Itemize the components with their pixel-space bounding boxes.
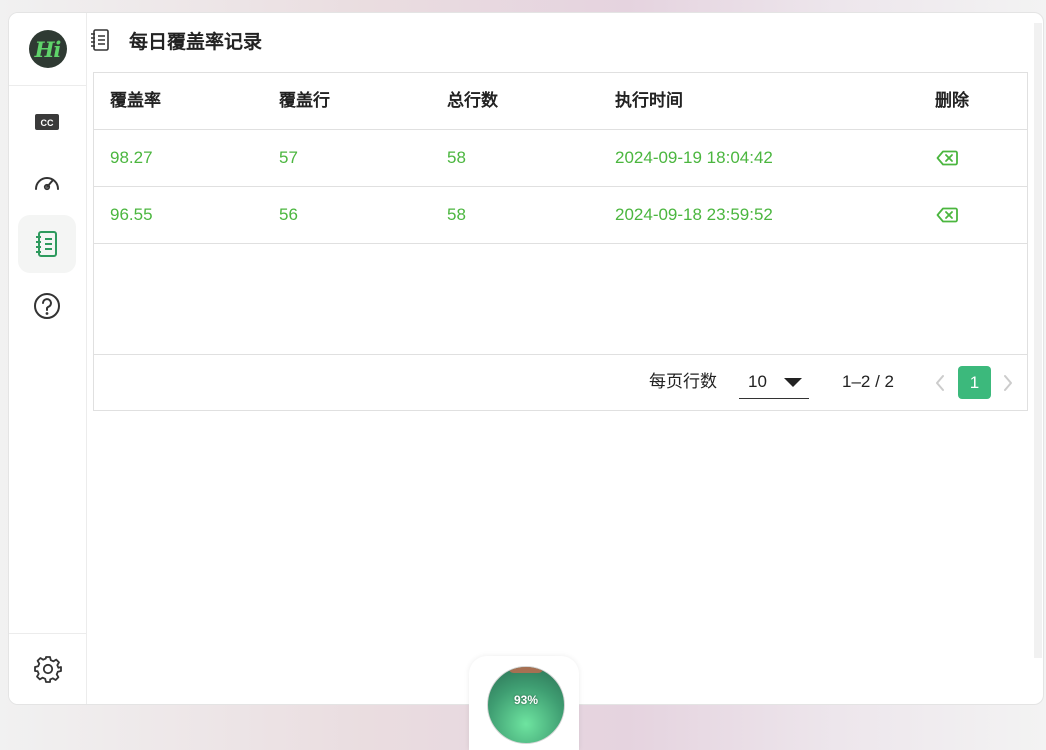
delete-button[interactable] xyxy=(936,207,958,223)
notebook-icon xyxy=(90,28,110,52)
app-window: Hi CC 每日覆盖率记录 覆盖率 覆盖行 总行数 执行时间 删除 98.27 … xyxy=(8,12,1044,705)
cell-total: 58 xyxy=(447,148,466,167)
main-content: 每日覆盖率记录 覆盖率 覆盖行 总行数 执行时间 删除 98.27 57 58 … xyxy=(87,13,1043,704)
column-header-delete: 删除 xyxy=(935,91,969,110)
svg-text:CC: CC xyxy=(41,118,54,128)
page-range: 1–2 / 2 xyxy=(842,372,894,391)
backspace-icon xyxy=(936,207,958,223)
cell-time: 2024-09-18 23:59:52 xyxy=(615,205,773,224)
cell-total: 58 xyxy=(447,205,466,224)
help-icon xyxy=(34,293,60,319)
sidebar: Hi CC xyxy=(9,13,87,704)
caret-down-icon xyxy=(784,378,802,387)
records-table: 覆盖率 覆盖行 总行数 执行时间 删除 98.27 57 58 2024-09-… xyxy=(93,72,1028,411)
scrollbar[interactable] xyxy=(1034,23,1042,658)
sidebar-item-cc[interactable]: CC xyxy=(18,93,76,151)
column-header-coverage[interactable]: 覆盖率 xyxy=(110,73,161,129)
cell-coverage: 96.55 xyxy=(110,205,153,224)
prev-page-button[interactable] xyxy=(934,374,946,392)
notebook-icon xyxy=(36,231,57,257)
table-row: 96.55 56 58 2024-09-18 23:59:52 xyxy=(94,187,1027,244)
sidebar-item-records[interactable] xyxy=(18,215,76,273)
gear-icon xyxy=(33,656,62,683)
cc-icon: CC xyxy=(35,114,59,130)
rows-per-page-value: 10 xyxy=(748,372,767,391)
sidebar-item-help[interactable] xyxy=(18,277,76,335)
progress-ball-top xyxy=(508,667,544,673)
logo-area: Hi xyxy=(9,13,86,86)
pagination: 每页行数 10 1–2 / 2 1 xyxy=(94,354,1027,411)
progress-widget[interactable]: 93% xyxy=(469,656,579,750)
cell-covered: 56 xyxy=(279,205,298,224)
progress-percent: 93% xyxy=(513,693,539,707)
next-page-button[interactable] xyxy=(1002,374,1014,392)
chevron-left-icon xyxy=(936,375,944,391)
page-title: 每日覆盖率记录 xyxy=(129,31,263,53)
app-logo: Hi xyxy=(28,30,67,68)
settings-button[interactable] xyxy=(9,633,86,704)
progress-ball: 93% xyxy=(487,666,565,744)
table-row: 98.27 57 58 2024-09-19 18:04:42 xyxy=(94,130,1027,187)
column-header-total[interactable]: 总行数 xyxy=(447,73,498,129)
cell-coverage: 98.27 xyxy=(110,148,153,167)
table-header-row: 覆盖率 覆盖行 总行数 执行时间 删除 xyxy=(94,73,1027,130)
chevron-right-icon xyxy=(1004,375,1012,391)
rows-per-page-select[interactable]: 10 xyxy=(739,368,809,399)
speedometer-icon xyxy=(35,177,59,191)
cell-covered: 57 xyxy=(279,148,298,167)
column-header-covered[interactable]: 覆盖行 xyxy=(279,73,330,129)
page-header: 每日覆盖率记录 xyxy=(87,25,262,55)
rows-per-page-label: 每页行数 xyxy=(649,372,717,391)
column-header-time[interactable]: 执行时间 xyxy=(615,73,683,129)
page-button-current[interactable]: 1 xyxy=(958,366,991,399)
cell-time: 2024-09-19 18:04:42 xyxy=(615,148,773,167)
sidebar-item-speed[interactable] xyxy=(18,153,76,211)
backspace-icon xyxy=(936,150,958,166)
delete-button[interactable] xyxy=(936,150,958,166)
